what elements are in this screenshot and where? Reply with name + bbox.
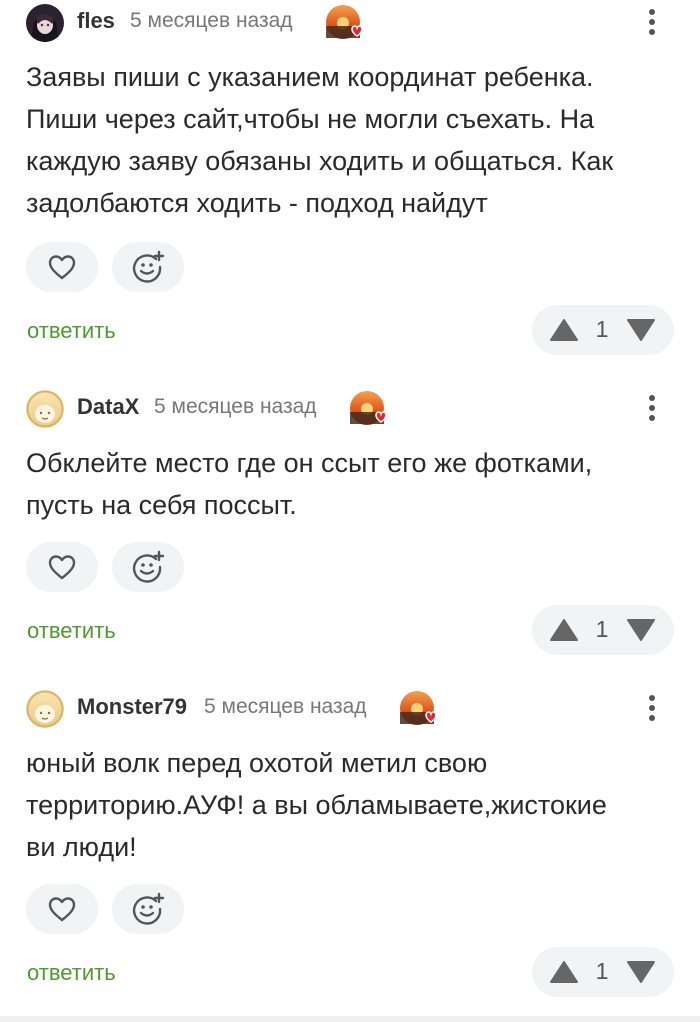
comment-text: Обклейте место где он ссыт его же фоткам… <box>26 442 676 526</box>
kebab-menu-icon[interactable] <box>642 392 662 426</box>
upvote-button[interactable] <box>549 960 579 984</box>
like-button[interactable] <box>26 884 98 934</box>
author-name[interactable]: fles <box>77 8 115 34</box>
text-line: юный волк перед охотой метил свою <box>26 748 488 778</box>
kebab-menu-icon[interactable] <box>642 6 662 40</box>
text-line: Обклейте место где он ссыт его же фоткам… <box>26 448 593 478</box>
like-button[interactable] <box>26 542 98 592</box>
downvote-button[interactable] <box>626 960 656 984</box>
rating-control: 1 <box>532 947 674 997</box>
sunset-heart-award-icon[interactable] <box>349 388 389 428</box>
smiley-plus-icon <box>132 550 165 583</box>
text-line: Пиши через сайт,чтобы не могли съехать. … <box>26 104 595 134</box>
rating-count: 1 <box>595 616 609 642</box>
author-name[interactable]: DataX <box>77 394 139 420</box>
text-line: каждую заяву обязаны ходить и общаться. … <box>26 146 614 176</box>
author-name[interactable]: Monster79 <box>77 694 187 720</box>
sunset-heart-award-icon[interactable] <box>325 2 365 42</box>
like-button[interactable] <box>26 242 98 292</box>
bottom-divider <box>0 1016 700 1022</box>
sunset-heart-award-icon[interactable] <box>399 688 439 728</box>
upvote-button[interactable] <box>549 618 579 642</box>
kebab-menu-icon[interactable] <box>642 692 662 726</box>
timestamp: 5 месяцев назад <box>130 9 293 32</box>
text-line: пусть на себя поссыт. <box>26 490 297 520</box>
smiley-plus-icon <box>132 250 165 283</box>
downvote-button[interactable] <box>626 318 656 342</box>
upvote-button[interactable] <box>549 318 579 342</box>
rating-control: 1 <box>532 305 674 355</box>
add-reaction-button[interactable] <box>112 884 184 934</box>
text-line: территорию.АУФ! а вы обламываете,жистоки… <box>26 790 607 820</box>
smiley-plus-icon <box>132 892 165 925</box>
avatar[interactable] <box>26 4 64 42</box>
avatar[interactable] <box>26 690 64 728</box>
text-line: Заявы пиши с указанием координат ребенка… <box>26 62 594 92</box>
timestamp: 5 месяцев назад <box>154 395 317 418</box>
comment-text: юный волк перед охотой метил свою террит… <box>26 742 676 868</box>
reply-button[interactable]: ответить <box>27 960 116 986</box>
reply-button[interactable]: ответить <box>27 318 116 344</box>
heart-icon <box>48 255 76 280</box>
comment-header: DataX 5 месяцев назад <box>26 386 676 430</box>
heart-icon <box>48 555 76 580</box>
comment-header: fles 5 месяцев назад <box>26 0 676 44</box>
heart-icon <box>48 897 76 922</box>
text-line: задолбаются ходить - подход найдут <box>26 188 488 218</box>
downvote-button[interactable] <box>626 618 656 642</box>
rating-count: 1 <box>595 958 609 984</box>
text-line: ви люди! <box>26 832 137 862</box>
reply-button[interactable]: ответить <box>27 618 116 644</box>
add-reaction-button[interactable] <box>112 242 184 292</box>
timestamp: 5 месяцев назад <box>204 695 367 718</box>
add-reaction-button[interactable] <box>112 542 184 592</box>
rating-count: 1 <box>595 316 609 342</box>
rating-control: 1 <box>532 605 674 655</box>
comment-header: Monster79 5 месяцев назад <box>26 686 676 730</box>
avatar[interactable] <box>26 390 64 428</box>
comment-text: Заявы пиши с указанием координат ребенка… <box>26 56 676 224</box>
